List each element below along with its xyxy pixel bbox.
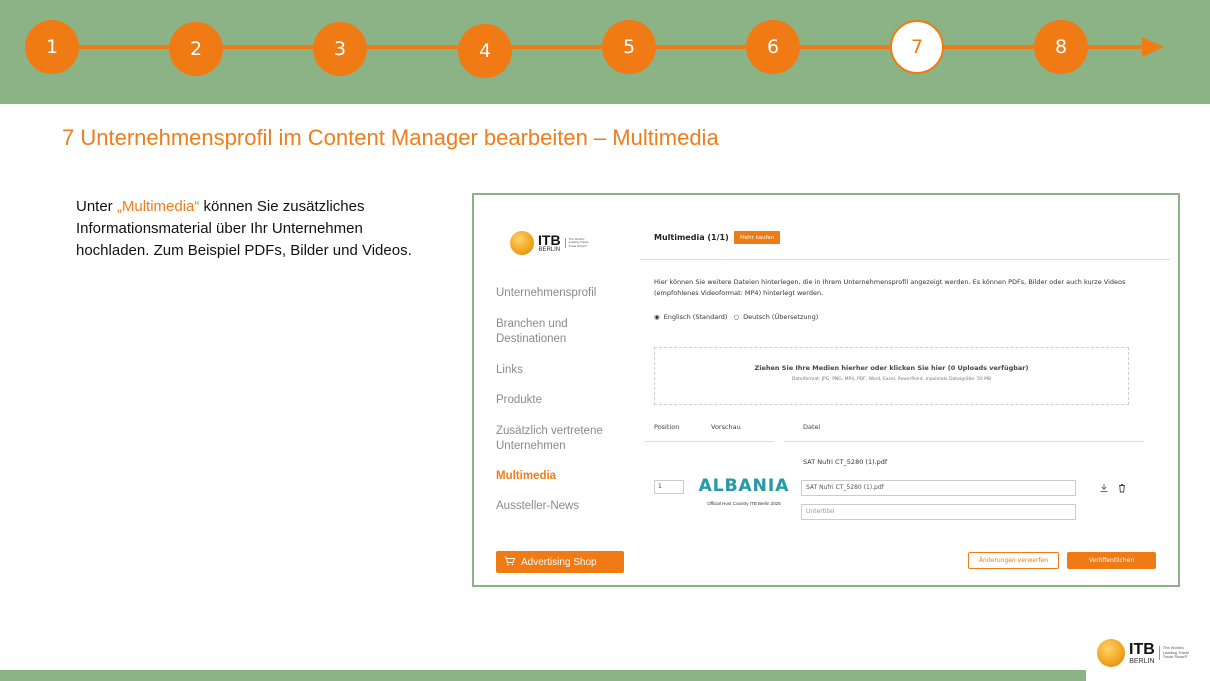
advertising-shop-label: Advertising Shop (521, 556, 597, 568)
cart-icon (504, 556, 516, 569)
advertising-shop-button[interactable]: Advertising Shop (496, 551, 624, 573)
footer-logo-tagline: The World's Leading Travel Trade Show® (1158, 646, 1193, 660)
media-dropzone[interactable]: Ziehen Sie Ihre Medien hierher oder klic… (654, 347, 1129, 405)
discard-changes-button[interactable]: Änderungen verwerfen (968, 552, 1059, 569)
file-name-input[interactable]: SAT Nufri CT_5280 (1).pdf (801, 480, 1076, 496)
desc-prefix: Unter (76, 198, 117, 215)
header-divider (644, 441, 774, 442)
step-1: 1 (25, 20, 79, 74)
footer-itb-logo: ITB BERLIN The World's Leading Travel Tr… (1097, 639, 1193, 667)
column-header-position: Position (654, 423, 680, 431)
column-header-preview: Vorschau (711, 423, 741, 431)
sidebar-item-unternehmensprofil[interactable]: Unternehmensprofil (496, 286, 636, 301)
position-input[interactable]: 1 (654, 480, 684, 494)
sidebar-item-links[interactable]: Links (496, 363, 636, 378)
divider (640, 259, 1170, 260)
arrow-head-icon (1142, 37, 1164, 57)
step-7-active: 7 (890, 20, 944, 74)
sidebar-item-aussteller-news[interactable]: Aussteller-News (496, 499, 636, 514)
footer-logo-berlin: BERLIN (1129, 657, 1155, 665)
download-icon[interactable] (1099, 483, 1109, 496)
logo-berlin: BERLIN (538, 247, 561, 253)
language-radios: ◉ Englisch (Standard) ○ Deutsch (Überset… (654, 313, 818, 321)
radio-english-checked-icon[interactable]: ◉ (654, 313, 660, 321)
step-2: 2 (169, 22, 223, 76)
preview-word: ALBANIA (696, 477, 792, 495)
step-8: 8 (1034, 20, 1088, 74)
screenshot-frame: ITB BERLIN The World's Leading Travel Tr… (472, 193, 1180, 587)
radio-german-label[interactable]: Deutsch (Übersetzung) (743, 313, 818, 321)
sidebar-item-produkte[interactable]: Produkte (496, 393, 636, 408)
buy-more-button[interactable]: Mehr kaufen (734, 231, 781, 244)
radio-german-icon[interactable]: ○ (733, 313, 739, 321)
step-3: 3 (313, 22, 367, 76)
column-header-file: Datei (803, 423, 821, 431)
multimedia-title: Multimedia (1/1) (654, 233, 729, 242)
slide-title: 7 Unternehmensprofil im Content Manager … (62, 125, 719, 150)
bottom-band (0, 670, 1086, 681)
footer-logo-itb: ITB (1129, 640, 1155, 658)
top-band: 1 2 3 4 5 6 7 8 (0, 0, 1210, 104)
dropzone-sub-text: Dateiformat: JPG, PNG, MP4, PDF, Word, E… (791, 377, 992, 382)
radio-english-label[interactable]: Englisch (Standard) (664, 313, 728, 321)
subtitle-input[interactable]: Untertitel (801, 504, 1076, 520)
publish-button[interactable]: Veröffentlichen (1067, 552, 1156, 569)
sidebar-item-branchen[interactable]: Branchen und Destinationen (496, 317, 636, 347)
delete-icon[interactable] (1117, 483, 1127, 496)
itb-logo: ITB BERLIN The World's Leading Travel Tr… (510, 231, 591, 255)
file-name: SAT Nufri CT_5280 (1).pdf (803, 458, 888, 466)
logo-itb: ITB (538, 232, 561, 248)
sidebar-item-zusaetzlich[interactable]: Zusätzlich vertretene Unternehmen (496, 424, 636, 454)
step-5: 5 (602, 20, 656, 74)
logo-tagline: The World's Leading Travel Trade Show® (564, 237, 591, 248)
description: Unter „Multimedia“ können Sie zusätzlich… (76, 196, 416, 262)
preview-thumbnail: ALBANIA Official Host Country ITB Berlin… (696, 477, 792, 506)
step-4: 4 (458, 24, 512, 78)
desc-highlight: „Multimedia“ (116, 198, 200, 215)
preview-caption: Official Host Country ITB Berlin 2025 (707, 501, 781, 506)
sidebar-item-multimedia[interactable]: Multimedia (496, 469, 636, 484)
globe-icon (1097, 639, 1125, 667)
step-6: 6 (746, 20, 800, 74)
header-divider (784, 441, 1144, 442)
globe-icon (510, 231, 534, 255)
info-text: Hier können Sie weitere Dateien hinterle… (654, 278, 1126, 297)
dropzone-main-text: Ziehen Sie Ihre Medien hierher oder klic… (754, 364, 1029, 372)
